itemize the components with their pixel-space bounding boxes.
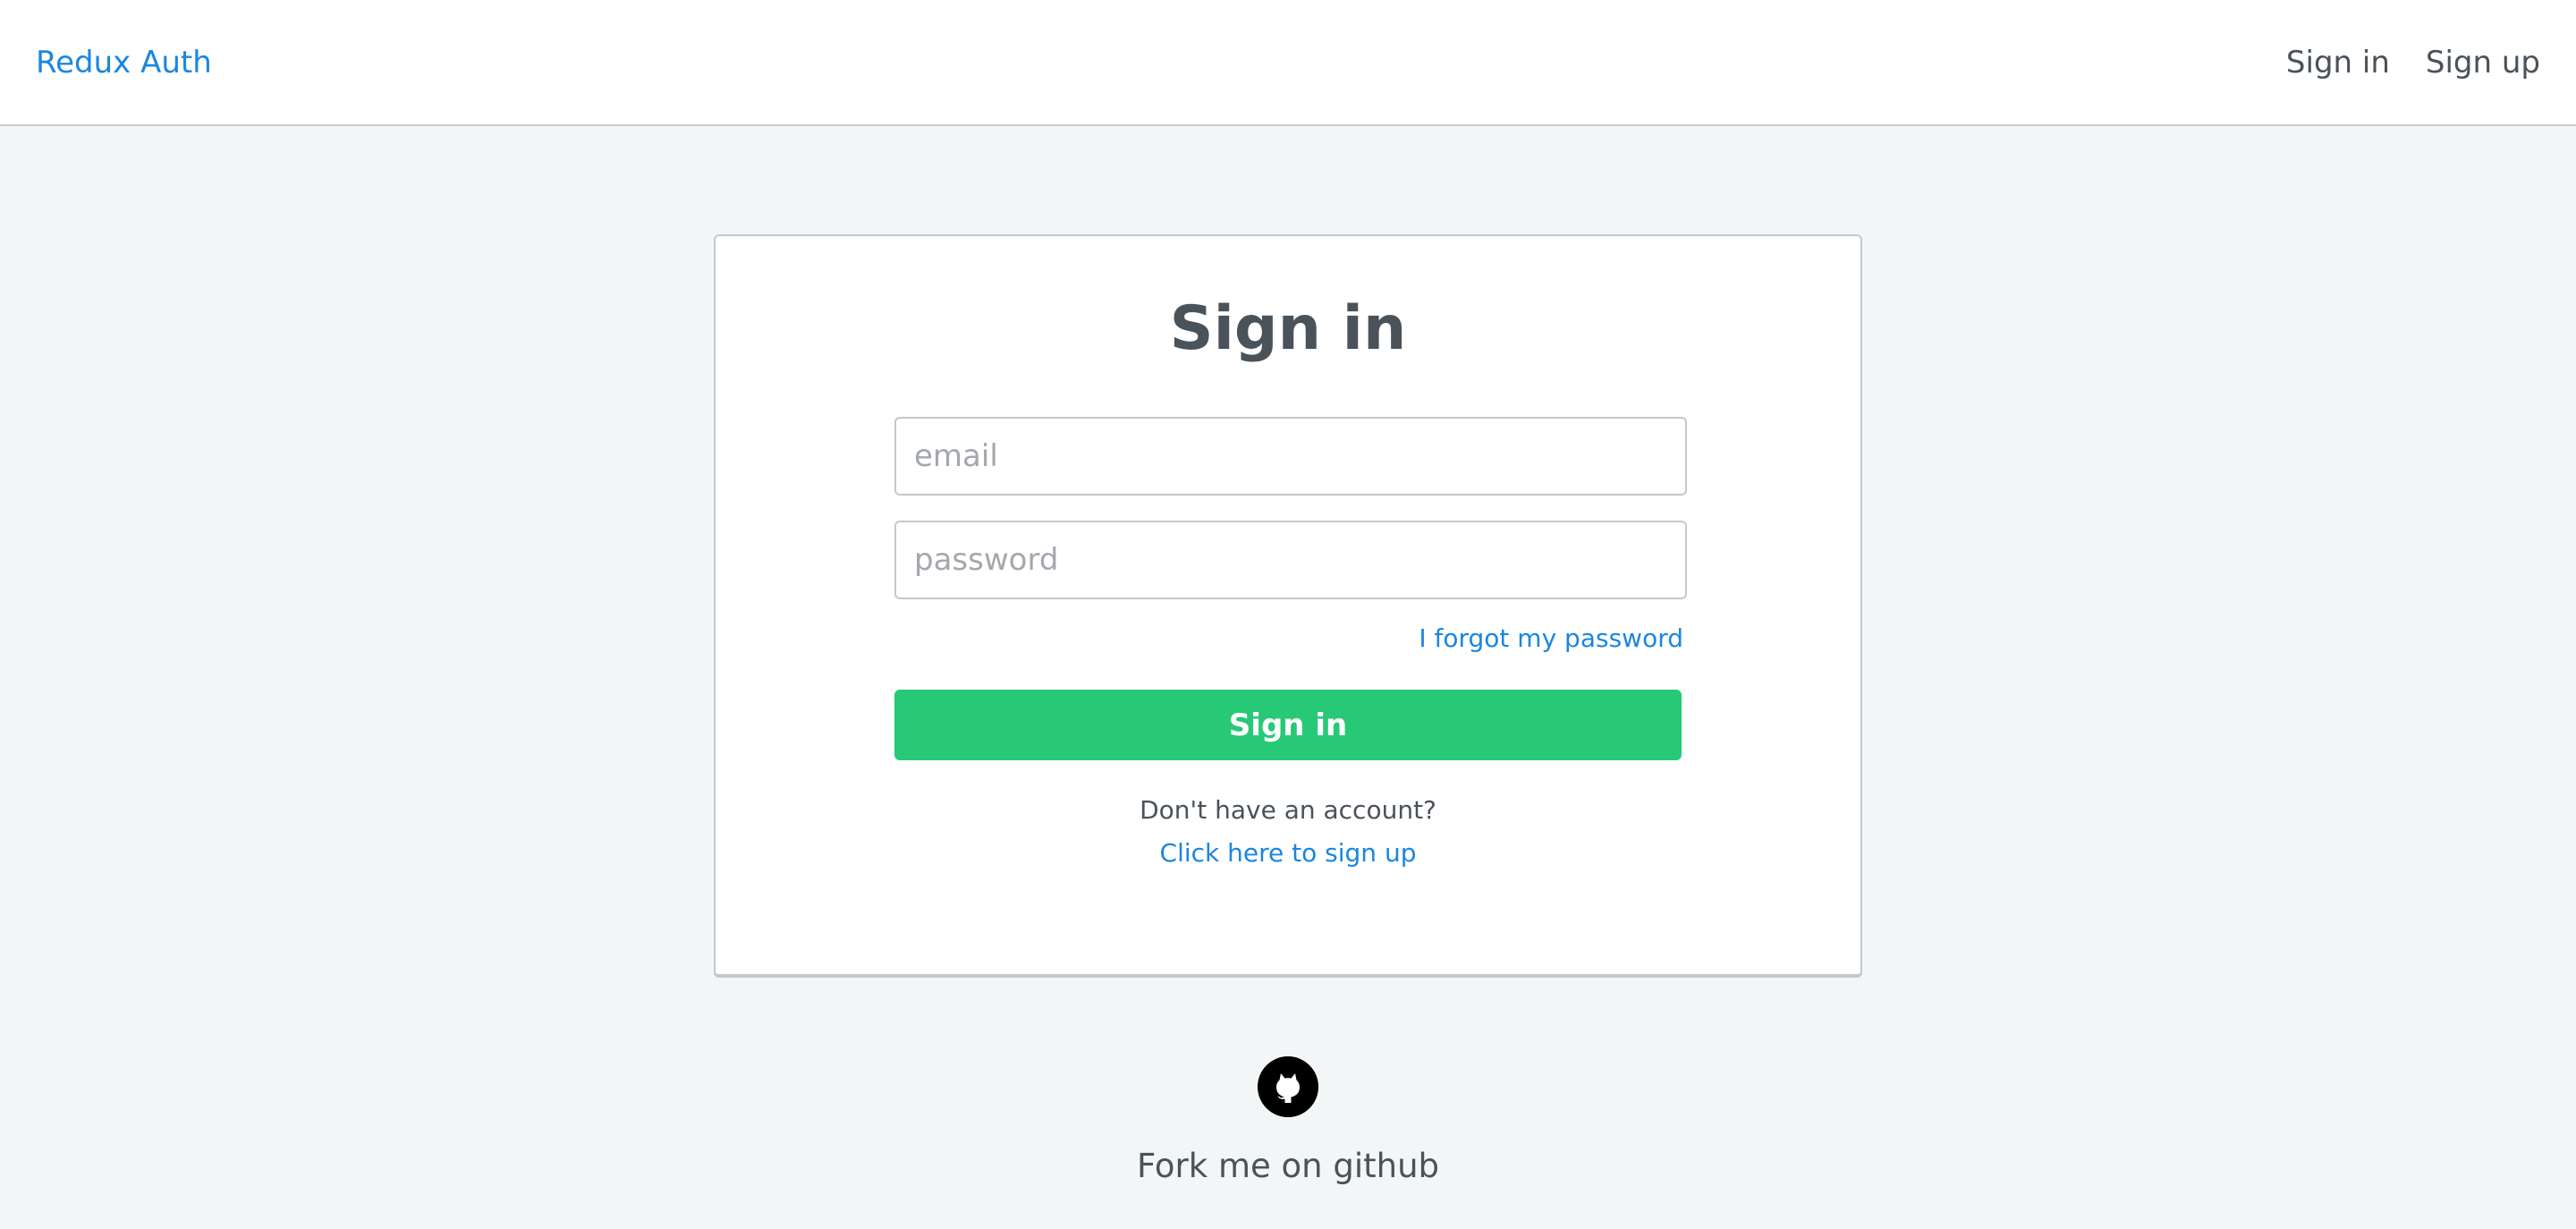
navbar: Redux Auth Sign in Sign up bbox=[0, 0, 2576, 126]
email-field[interactable] bbox=[894, 417, 1687, 496]
nav-sign-up-link[interactable]: Sign up bbox=[2426, 39, 2540, 86]
sign-in-button[interactable]: Sign in bbox=[894, 690, 1682, 760]
nav-sign-in-link[interactable]: Sign in bbox=[2286, 39, 2390, 86]
sign-up-link[interactable]: Click here to sign up bbox=[1160, 838, 1417, 868]
forgot-password-link[interactable]: I forgot my password bbox=[1419, 621, 1683, 657]
signup-link-wrapper: Click here to sign up bbox=[716, 835, 1860, 871]
nav-links: Sign in Sign up bbox=[2286, 39, 2540, 86]
github-icon[interactable] bbox=[1258, 1056, 1318, 1117]
password-field[interactable] bbox=[894, 521, 1687, 599]
page-title: Sign in bbox=[1169, 293, 1407, 364]
fork-me-text: Fork me on github bbox=[1136, 1147, 1440, 1185]
brand-link[interactable]: Redux Auth bbox=[36, 39, 212, 86]
no-account-text: Don't have an account? bbox=[1140, 795, 1436, 825]
sign-in-card: Sign in I forgot my password Sign in Don… bbox=[714, 234, 1862, 978]
